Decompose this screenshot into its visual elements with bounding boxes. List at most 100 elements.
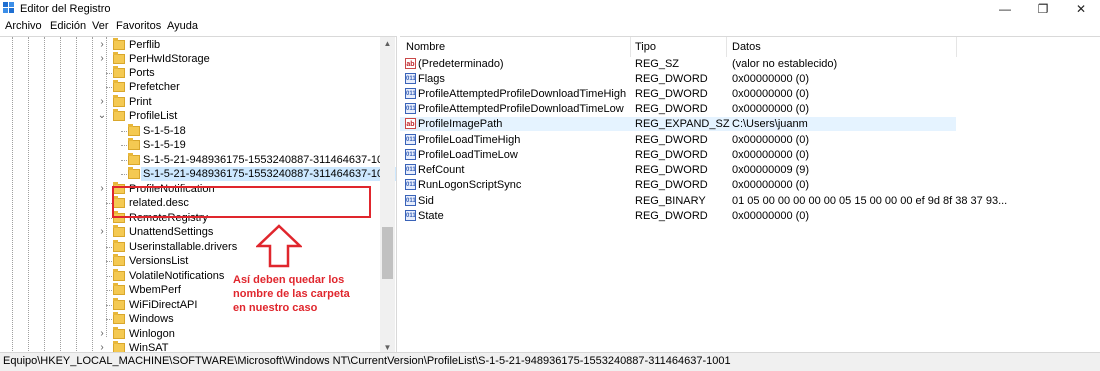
title-bar: Editor del Registro — ❐ ✕ [0, 0, 1100, 18]
value-data: 0x00000000 (0) [732, 103, 810, 115]
menu-ver[interactable]: Ver [92, 20, 109, 32]
binary-value-icon: 011 [405, 73, 416, 84]
value-row-profileimagepath[interactable]: ab ProfileImagePath REG_EXPAND_SZ C:\Use… [400, 117, 956, 131]
folder-icon [113, 298, 125, 310]
folder-icon [113, 254, 125, 266]
value-name: ProfileAttemptedProfileDownloadTimeLow [418, 103, 624, 115]
tree-item-versionslist[interactable]: VersionsList [0, 254, 380, 268]
current-key-path: Equipo\HKEY_LOCAL_MACHINE\SOFTWARE\Micro… [3, 355, 731, 367]
close-button[interactable]: ✕ [1066, 1, 1096, 17]
value-name: ProfileAttemptedProfileDownloadTimeHigh [418, 88, 627, 100]
tree-item-sid-selected[interactable]: S-1-5-21-948936175-1553240887-311464637-… [0, 167, 396, 181]
value-name: State [418, 210, 444, 222]
column-divider[interactable] [630, 37, 631, 57]
tree-connector [106, 247, 112, 248]
tree-item-winlogon[interactable]: › Winlogon [0, 327, 380, 341]
value-name: RefCount [418, 164, 465, 176]
value-type: REG_DWORD [635, 149, 708, 161]
tree-vertical-scrollbar[interactable]: ▲ ▼ [380, 37, 395, 355]
binary-value-icon: 011 [405, 149, 416, 160]
value-row-profileloadtimehigh[interactable]: 011 ProfileLoadTimeHigh REG_DWORD 0x0000… [400, 133, 956, 147]
tree-item-label: S-1-5-18 [143, 125, 186, 137]
annotation-note: Así deben quedar los nombre de las carpe… [233, 274, 350, 314]
tree-item-prefetcher[interactable]: Prefetcher [0, 80, 380, 94]
folder-icon [113, 95, 125, 107]
chevron-right-icon[interactable]: › [97, 95, 107, 109]
value-data: 01 05 00 00 00 00 00 05 15 00 00 00 ef 9… [732, 195, 1008, 207]
chevron-right-icon[interactable]: › [97, 38, 107, 52]
binary-value-icon: 011 [405, 179, 416, 190]
tree-item-label: VersionsList [129, 255, 189, 267]
column-header-data[interactable]: Datos [732, 40, 761, 55]
tree-item-perhwidstorage[interactable]: › PerHwIdStorage [0, 52, 380, 66]
value-row-sid[interactable]: 011 Sid REG_BINARY 01 05 00 00 00 00 00 … [400, 194, 1007, 208]
value-row-flags[interactable]: 011 Flags REG_DWORD 0x00000000 (0) [400, 72, 956, 86]
key-tree-pane[interactable]: › Perflib › PerHwIdStorage Ports Prefetc… [0, 36, 397, 355]
column-header-type[interactable]: Tipo [635, 40, 656, 55]
value-row-profileloadtimelow[interactable]: 011 ProfileLoadTimeLow REG_DWORD 0x00000… [400, 148, 956, 162]
chevron-down-icon[interactable]: ⌄ [97, 109, 107, 123]
value-row-state[interactable]: 011 State REG_DWORD 0x00000000 (0) [400, 209, 956, 223]
tree-item-perflib[interactable]: › Perflib [0, 38, 380, 52]
tree-item-label: Winlogon [129, 328, 175, 340]
value-data: 0x00000000 (0) [732, 210, 810, 222]
folder-icon [113, 327, 125, 339]
menu-edicion[interactable]: Edición [50, 20, 86, 32]
tree-item-label: Prefetcher [129, 81, 180, 93]
chevron-right-icon[interactable]: › [97, 225, 107, 239]
tree-connector [106, 218, 112, 219]
value-row-runlogonscriptsync[interactable]: 011 RunLogonScriptSync REG_DWORD 0x00000… [400, 178, 956, 192]
menu-favoritos[interactable]: Favoritos [116, 20, 161, 32]
tree-item-label: Perflib [129, 39, 161, 51]
value-row-downloadtimelow[interactable]: 011 ProfileAttemptedProfileDownloadTimeL… [400, 102, 956, 116]
tree-item-unattendsettings[interactable]: › UnattendSettings [0, 225, 380, 239]
tree-item-label: PerHwIdStorage [129, 53, 210, 65]
tree-connector [106, 276, 112, 277]
status-bar: Equipo\HKEY_LOCAL_MACHINE\SOFTWARE\Micro… [0, 352, 1100, 371]
tree-item-sid-tmp[interactable]: S-1-5-21-948936175-1553240887-311464637-… [0, 153, 396, 167]
value-type: REG_DWORD [635, 179, 708, 191]
tree-item-ports[interactable]: Ports [0, 66, 380, 80]
tree-item-profilelist[interactable]: ⌄ ProfileList [0, 109, 380, 123]
restore-button[interactable]: ❐ [1028, 1, 1058, 17]
menu-archivo[interactable]: Archivo [5, 20, 42, 32]
tree-item-label: S-1-5-19 [143, 139, 186, 151]
chevron-right-icon[interactable]: › [97, 52, 107, 66]
tree-item-s-1-5-18[interactable]: S-1-5-18 [0, 124, 380, 138]
value-data: C:\Users\juanm [732, 118, 808, 130]
binary-value-icon: 011 [405, 210, 416, 221]
tree-connector [106, 73, 112, 74]
tree-item-print[interactable]: › Print [0, 95, 380, 109]
column-divider[interactable] [726, 37, 727, 57]
folder-icon [113, 312, 125, 324]
tree-item-s-1-5-19[interactable]: S-1-5-19 [0, 138, 380, 152]
tree-item-userinstallable-drivers[interactable]: Userinstallable.drivers [0, 240, 380, 254]
value-data: 0x00000000 (0) [732, 88, 810, 100]
tree-item-label-selected: S-1-5-21-948936175-1553240887-311464637-… [141, 167, 396, 181]
value-row-predeterminado[interactable]: ab (Predeterminado) REG_SZ (valor no est… [400, 57, 956, 71]
value-row-refcount[interactable]: 011 RefCount REG_DWORD 0x00000009 (9) [400, 163, 956, 177]
chevron-right-icon[interactable]: › [97, 182, 107, 196]
value-data: 0x00000000 (0) [732, 73, 810, 85]
value-type: REG_SZ [635, 58, 680, 70]
column-header-name[interactable]: Nombre [406, 40, 445, 55]
value-data: (valor no establecido) [732, 58, 838, 70]
value-data: 0x00000009 (9) [732, 164, 810, 176]
menu-ayuda[interactable]: Ayuda [167, 20, 198, 32]
values-list-pane[interactable]: Nombre Tipo Datos ab (Predeterminado) RE… [400, 36, 1100, 355]
binary-value-icon: 011 [405, 103, 416, 114]
column-divider[interactable] [956, 37, 957, 57]
binary-value-icon: 011 [405, 164, 416, 175]
tree-item-label: S-1-5-21-948936175-1553240887-311464637-… [143, 154, 397, 166]
folder-icon [113, 225, 125, 237]
value-type: REG_DWORD [635, 210, 708, 222]
value-row-downloadtimehigh[interactable]: 011 ProfileAttemptedProfileDownloadTimeH… [400, 87, 956, 101]
value-type: REG_DWORD [635, 103, 708, 115]
chevron-right-icon[interactable]: › [97, 327, 107, 341]
scroll-up-arrow-icon[interactable]: ▲ [380, 37, 395, 51]
scrollbar-thumb[interactable] [382, 227, 393, 279]
minimize-button[interactable]: — [990, 1, 1020, 17]
tree-connector [106, 305, 112, 306]
folder-icon [128, 167, 140, 179]
registry-editor-icon [3, 2, 15, 14]
